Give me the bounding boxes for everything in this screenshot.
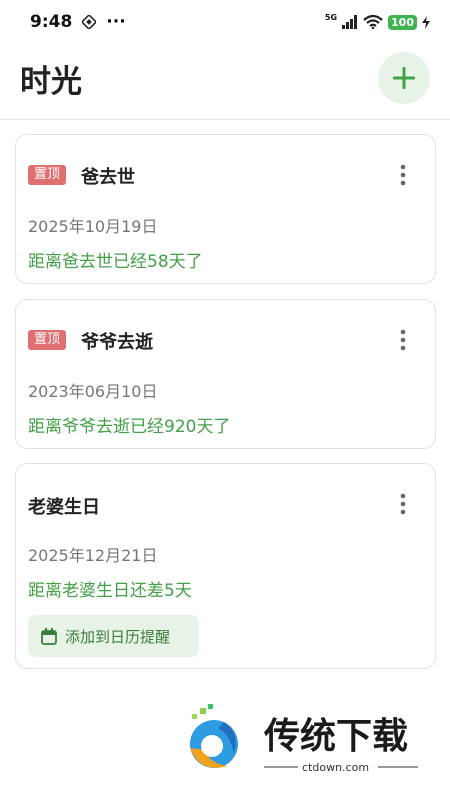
add-calendar-reminder-button[interactable]: 添加到日历提醒 bbox=[28, 615, 199, 657]
reminder-button-label: 添加到日历提醒 bbox=[65, 627, 171, 646]
wifi-icon bbox=[363, 15, 383, 29]
event-title: 爸去世 bbox=[81, 167, 135, 188]
event-title: 老婆生日 bbox=[28, 497, 100, 518]
ctdown-logo: 传统下载 ctdown.com bbox=[190, 704, 418, 774]
watermark-site: ctdown.com bbox=[302, 761, 369, 774]
event-countdown: 距离老婆生日还差5天 bbox=[28, 581, 192, 601]
event-card[interactable]: 置顶 爷爷去逝 2023年06月10日 距离爷爷去逝已经920天了 bbox=[15, 299, 436, 449]
charging-icon bbox=[422, 15, 430, 29]
network-type: 5G bbox=[324, 12, 338, 22]
more-vertical-icon[interactable] bbox=[399, 164, 407, 186]
watermark: 传统下载 ctdown.com bbox=[180, 704, 430, 780]
event-date: 2023年06月10日 bbox=[28, 382, 158, 401]
more-vertical-icon[interactable] bbox=[399, 329, 407, 351]
status-bar: 9:48 ··· 5G 100 bbox=[0, 0, 450, 44]
event-countdown: 距离爷爷去逝已经920天了 bbox=[28, 417, 231, 437]
event-card[interactable]: 老婆生日 2025年12月21日 距离老婆生日还差5天 添加到日历提醒 bbox=[15, 463, 436, 669]
nfc-icon bbox=[82, 15, 97, 29]
pinned-badge: 置顶 bbox=[28, 165, 67, 185]
status-time: 9:48 bbox=[30, 12, 73, 32]
event-countdown: 距离爸去世已经58天了 bbox=[28, 252, 203, 272]
battery-level: 100 bbox=[388, 14, 417, 30]
page-title: 时光 bbox=[20, 64, 82, 100]
plus-icon bbox=[393, 67, 415, 89]
status-more-dots: ··· bbox=[106, 12, 126, 32]
event-date: 2025年12月21日 bbox=[28, 546, 158, 565]
event-title: 爷爷去逝 bbox=[81, 332, 153, 353]
watermark-brand: 传统下载 bbox=[263, 716, 408, 757]
app-header: 时光 bbox=[0, 44, 450, 120]
more-vertical-icon[interactable] bbox=[399, 493, 407, 515]
event-date: 2025年10月19日 bbox=[28, 217, 158, 236]
event-card[interactable]: 置顶 爸去世 2025年10月19日 距离爸去世已经58天了 bbox=[15, 134, 436, 284]
calendar-icon bbox=[41, 627, 57, 645]
signal-icon bbox=[342, 15, 358, 29]
pinned-badge: 置顶 bbox=[28, 330, 67, 350]
add-event-button[interactable] bbox=[378, 52, 430, 104]
